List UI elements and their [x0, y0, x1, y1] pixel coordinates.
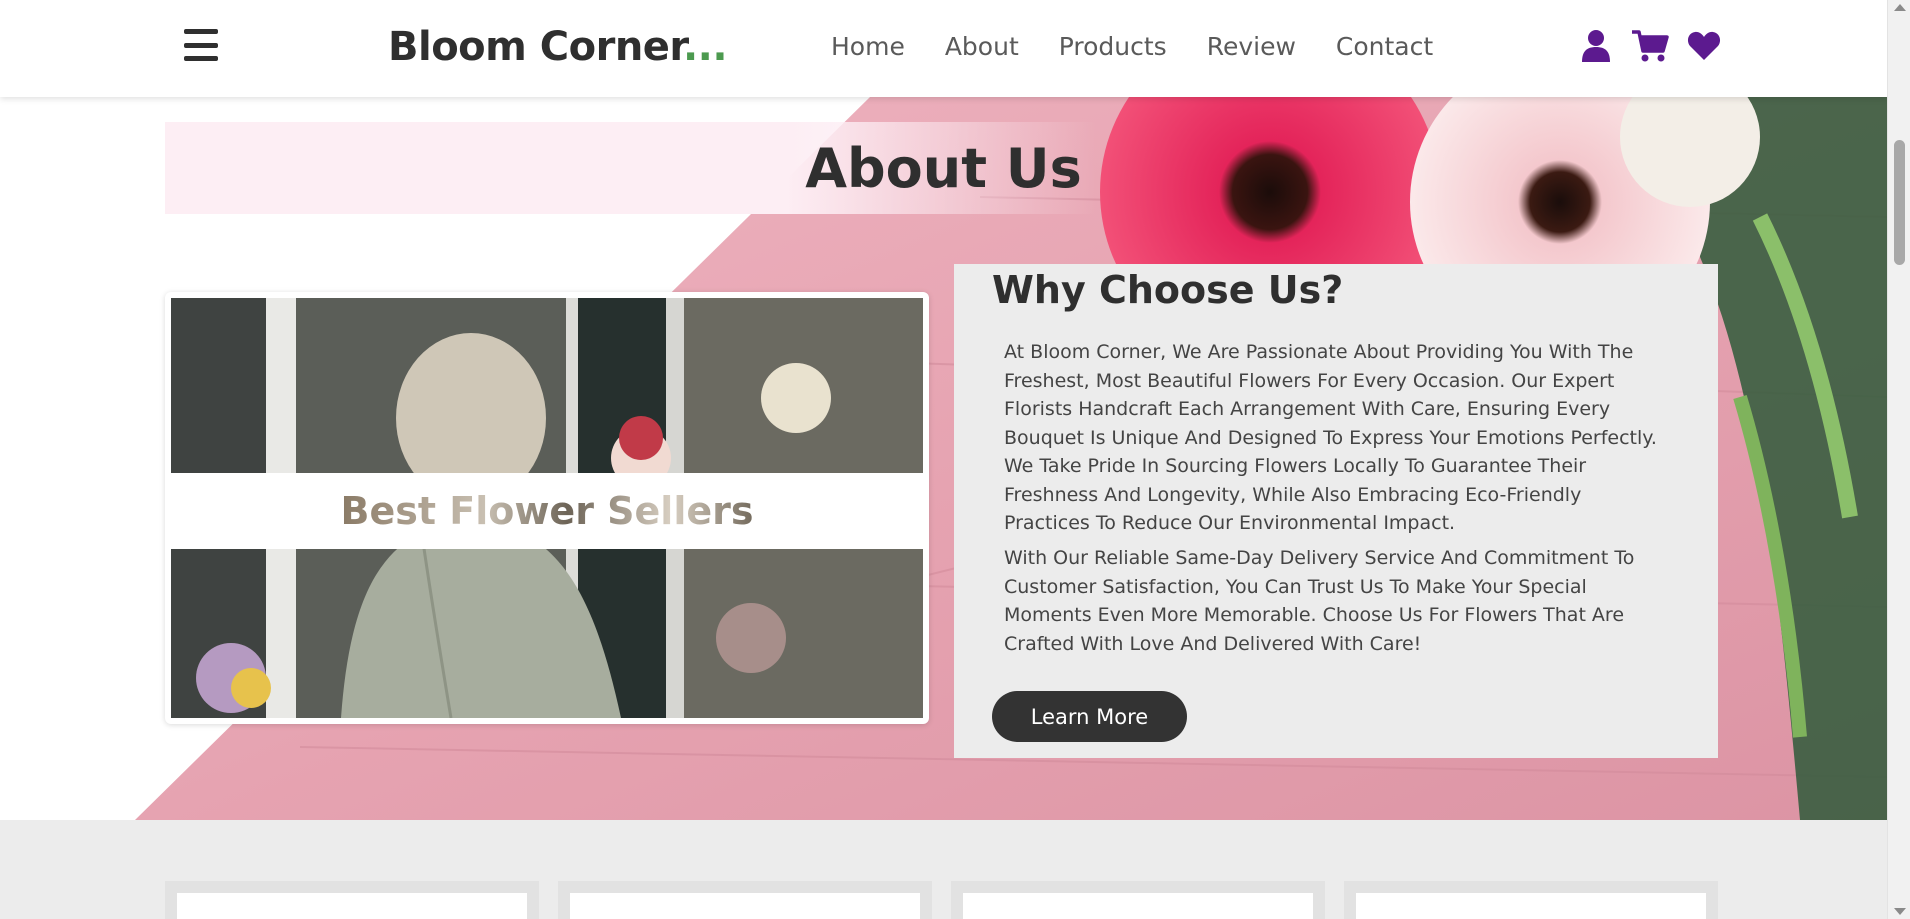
image-caption: Best Flower Sellers [340, 489, 754, 533]
product-card[interactable] [951, 881, 1325, 919]
nav-about[interactable]: About [945, 32, 1019, 61]
about-title: About Us [805, 137, 1082, 200]
page-scrollbar[interactable] [1887, 0, 1910, 919]
scroll-down-arrow-icon[interactable] [1894, 908, 1906, 915]
product-card-image [177, 893, 527, 919]
cart-icon[interactable] [1631, 28, 1669, 64]
heart-icon[interactable] [1685, 28, 1723, 64]
site-logo[interactable]: Bloom Corner... [388, 24, 728, 70]
florist-image-card: Best Flower Sellers [165, 292, 929, 724]
menu-bar [184, 56, 218, 61]
product-card[interactable] [1344, 881, 1718, 919]
nav-review[interactable]: Review [1207, 32, 1296, 61]
why-choose-us-box: Why Choose Us? At Bloom Corner, We Are P… [954, 264, 1718, 758]
logo-text: Bloom Corner [388, 24, 683, 70]
user-icon[interactable] [1577, 28, 1615, 64]
product-card-image [570, 893, 920, 919]
menu-bar [184, 42, 218, 48]
product-card-image [963, 893, 1313, 919]
main-nav: Home About Products Review Contact [831, 32, 1433, 61]
menu-hamburger-icon[interactable] [184, 29, 218, 61]
nav-home[interactable]: Home [831, 32, 905, 61]
product-card-image [1356, 893, 1706, 919]
products-section [0, 820, 1887, 919]
why-choose-us-title: Why Choose Us? [992, 268, 1344, 312]
logo-dots: ... [682, 24, 728, 70]
scroll-up-arrow-icon[interactable] [1894, 4, 1906, 11]
about-paragraph-2: With Our Reliable Same-Day Delivery Serv… [1004, 547, 1635, 655]
menu-bar [184, 29, 218, 34]
product-card[interactable] [165, 881, 539, 919]
about-section: About Us Best Flower Sellers Why Choose … [0, 97, 1887, 820]
learn-more-button[interactable]: Learn More [992, 691, 1187, 742]
nav-products[interactable]: Products [1059, 32, 1167, 61]
site-header: Bloom Corner... Home About Products Revi… [0, 0, 1887, 97]
nav-contact[interactable]: Contact [1336, 32, 1433, 61]
scroll-thumb[interactable] [1894, 140, 1905, 265]
header-actions [1577, 28, 1723, 64]
image-caption-band: Best Flower Sellers [165, 473, 929, 549]
product-card[interactable] [558, 881, 932, 919]
about-paragraph-1: At Bloom Corner, We Are Passionate About… [1004, 341, 1657, 534]
